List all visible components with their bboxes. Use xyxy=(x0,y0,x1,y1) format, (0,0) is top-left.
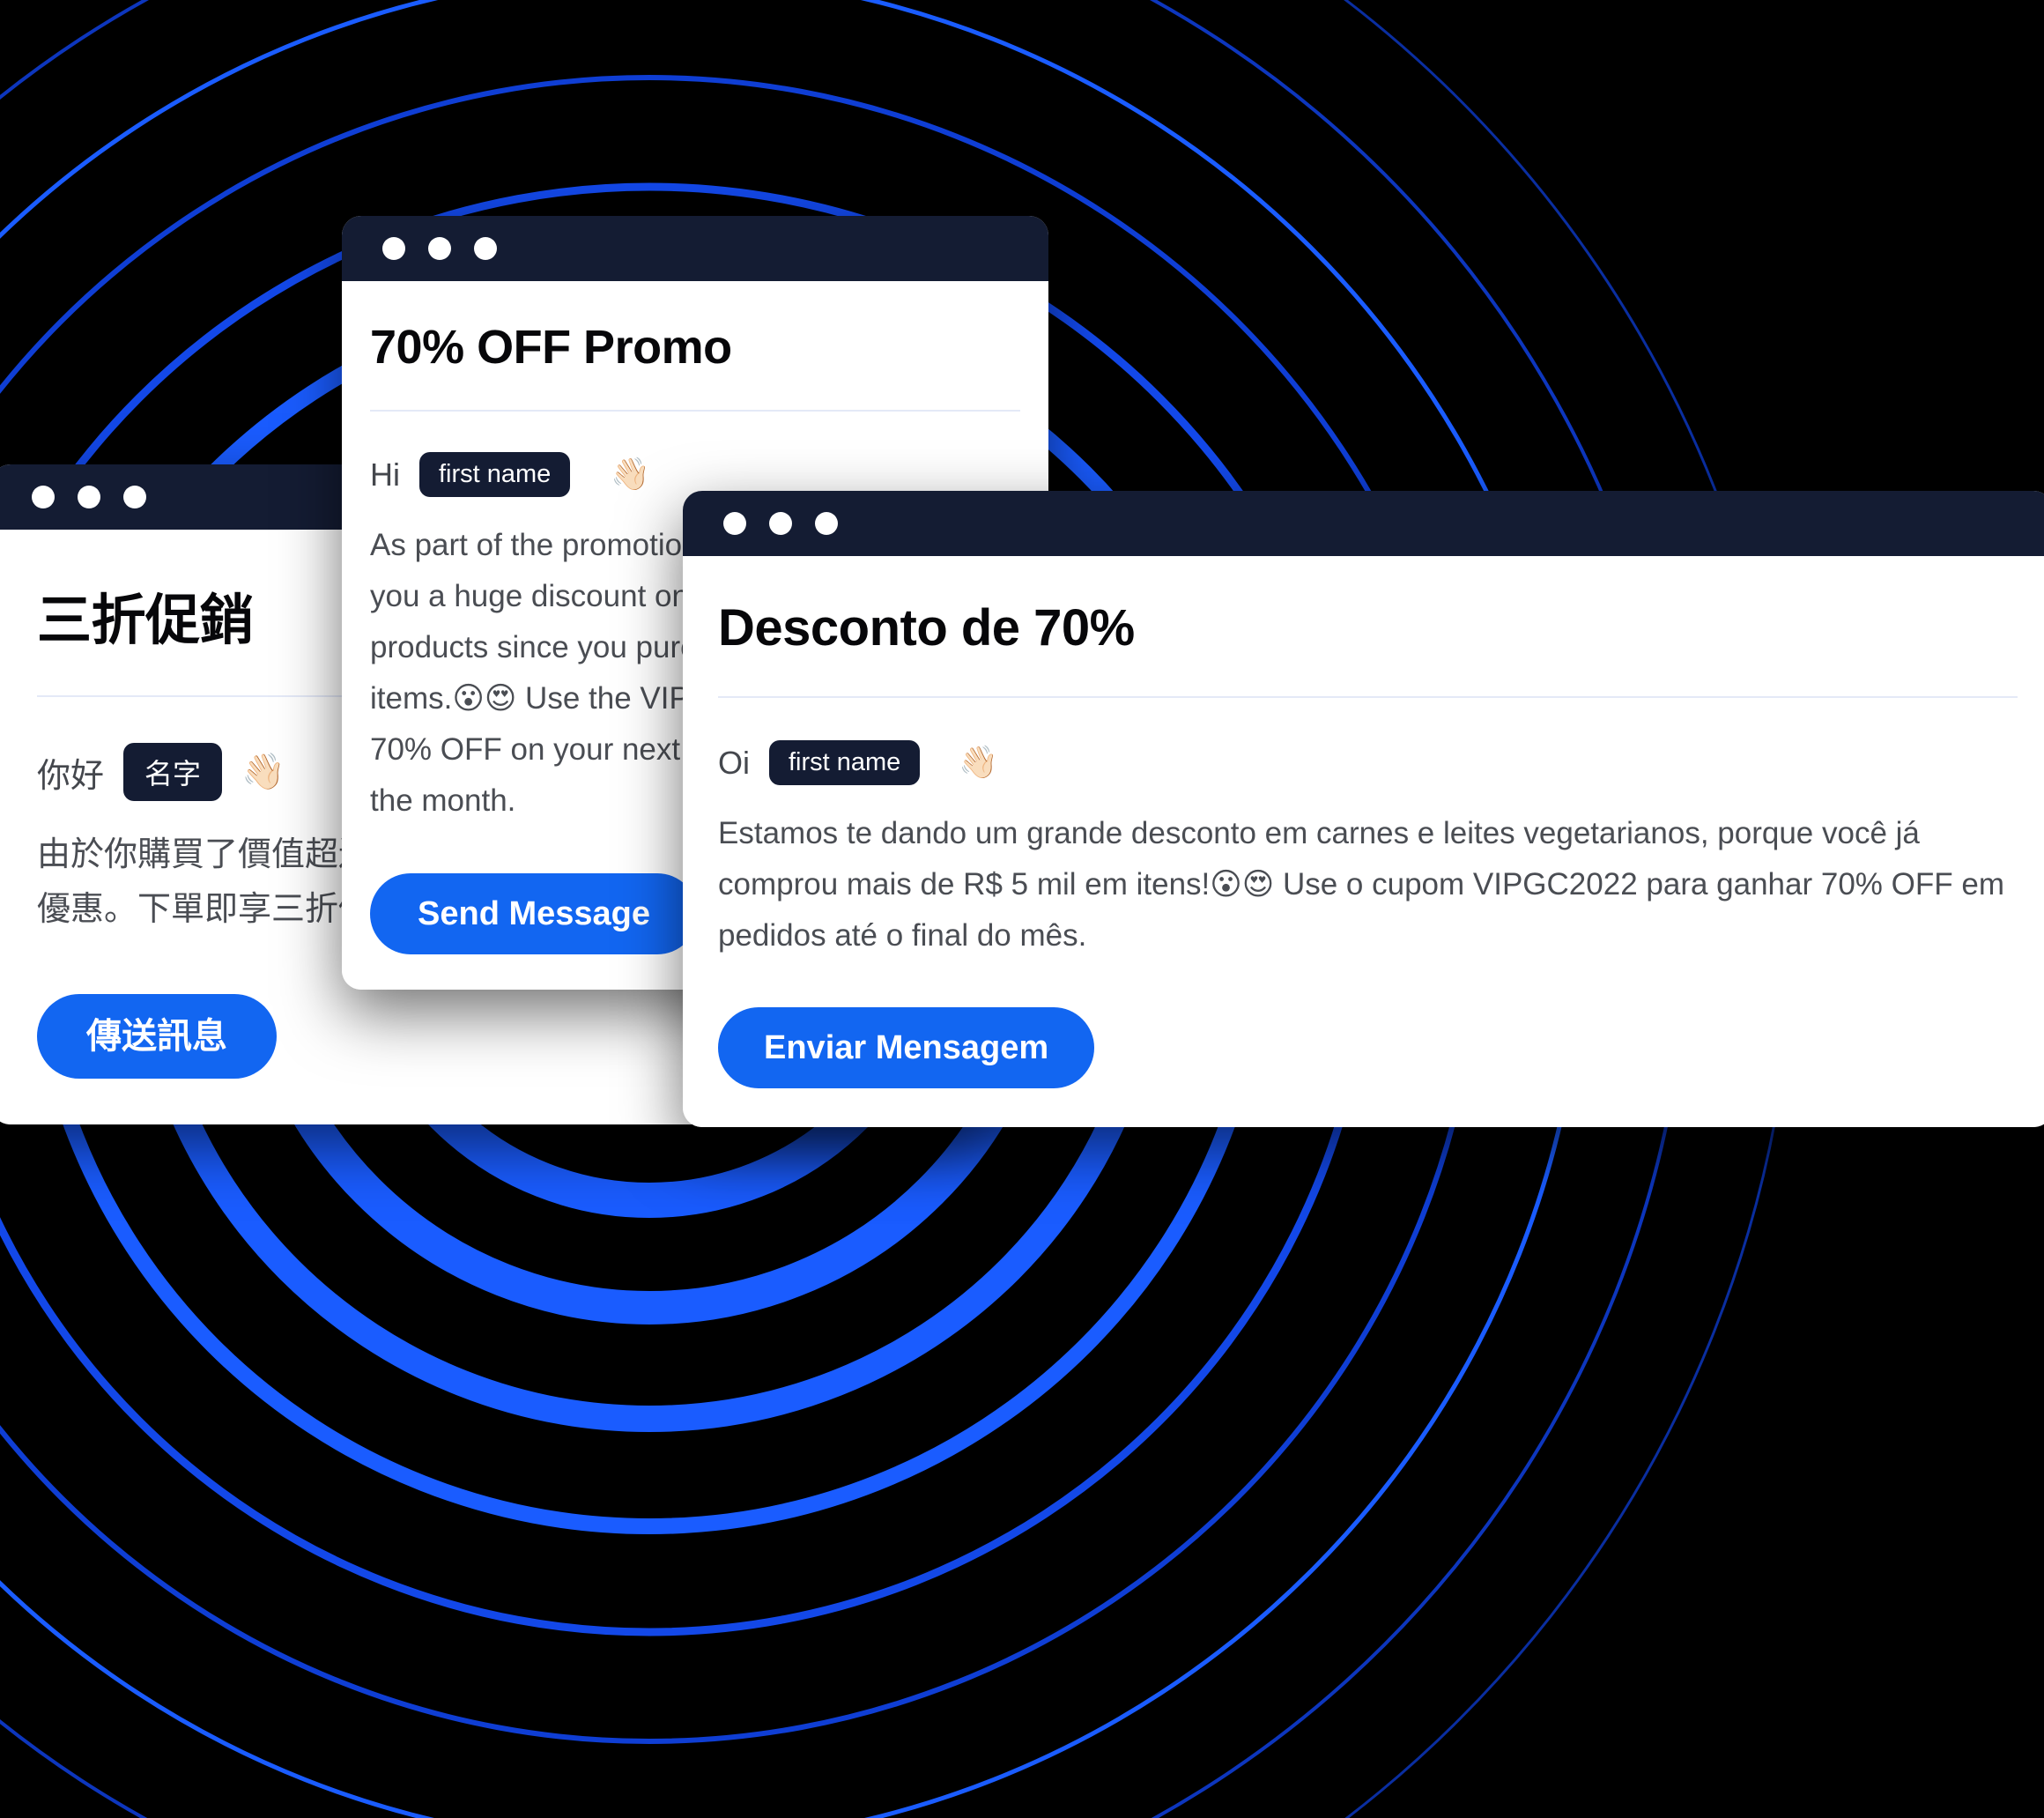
window-dot-close-icon[interactable] xyxy=(32,486,55,508)
merge-token-portuguese[interactable]: first name xyxy=(769,740,921,785)
greeting-label-chinese: 你好 xyxy=(37,757,105,795)
window-dot-minimize-icon[interactable] xyxy=(769,512,792,535)
waving-hand-icon: 👋🏻 xyxy=(241,752,285,792)
send-message-button-chinese[interactable]: 傳送訊息 xyxy=(37,993,277,1079)
waving-hand-icon: 👋🏻 xyxy=(611,456,651,493)
window-dot-maximize-icon[interactable] xyxy=(815,512,838,535)
illustration-canvas: 三折促銷 你好 名字 👋🏻 由於你購買了價值超過 $5,000 的肉類和植物性奶… xyxy=(0,0,2044,1818)
window-dot-close-icon[interactable] xyxy=(723,512,746,535)
greeting-label-english: Hi xyxy=(370,456,400,493)
divider-portuguese xyxy=(718,696,2018,698)
card-title-portuguese: Desconto de 70% xyxy=(718,599,1135,657)
divider-english xyxy=(370,410,1020,412)
window-titlebar-portuguese xyxy=(683,491,2044,556)
send-message-button-portuguese[interactable]: Enviar Mensagem xyxy=(718,1007,1095,1089)
send-message-button-english[interactable]: Send Message xyxy=(370,872,698,954)
window-dot-close-icon[interactable] xyxy=(382,237,405,260)
window-dot-minimize-icon[interactable] xyxy=(428,237,451,260)
waving-hand-icon: 👋🏻 xyxy=(959,744,999,781)
merge-token-chinese[interactable]: 名字 xyxy=(123,743,223,801)
greeting-row-portuguese: Oi first name 👋🏻 xyxy=(718,740,2018,785)
greeting-label-portuguese: Oi xyxy=(718,744,750,781)
merge-token-english[interactable]: first name xyxy=(419,452,571,497)
card-body-text-portuguese: Estamos te dando um grande desconto em c… xyxy=(718,816,2004,954)
window-titlebar-english xyxy=(342,216,1048,281)
window-dot-maximize-icon[interactable] xyxy=(474,237,497,260)
card-title-english: 70% OFF Promo xyxy=(370,321,732,374)
window-dot-minimize-icon[interactable] xyxy=(78,486,100,508)
message-card-portuguese: Desconto de 70% Oi first name 👋🏻 Estamos… xyxy=(683,491,2044,1128)
window-dot-maximize-icon[interactable] xyxy=(123,486,146,508)
